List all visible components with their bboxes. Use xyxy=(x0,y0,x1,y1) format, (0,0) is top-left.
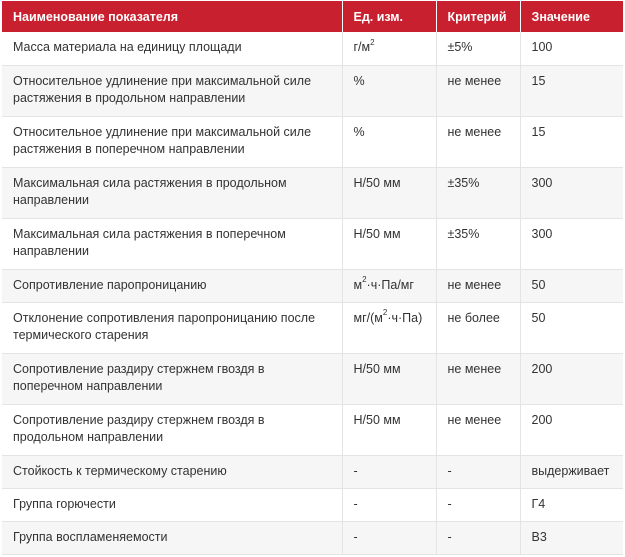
table-row: Максимальная сила растяжения в продольно… xyxy=(2,167,623,219)
cell-parameter-name: Относительное удлинение при максимальной… xyxy=(2,116,343,168)
cell-value: 300 xyxy=(520,167,623,219)
table-body: Масса материала на единицу площади г/м2 … xyxy=(2,32,623,555)
specifications-table: Наименование показателя Ед. изм. Критери… xyxy=(2,1,623,555)
cell-value: 200 xyxy=(520,353,623,405)
cell-value: 50 xyxy=(520,302,623,354)
cell-parameter-name: Сопротивление паропроницанию xyxy=(2,269,343,303)
unit-text: % xyxy=(353,73,365,88)
unit-text: - xyxy=(353,496,358,511)
cell-parameter-name: Масса материала на единицу площади xyxy=(2,32,343,66)
cell-unit: Н/50 мм xyxy=(342,167,437,219)
table-row: Относительное удлинение при максимальной… xyxy=(2,65,623,117)
cell-unit: м2·ч·Па/мг xyxy=(342,269,437,303)
unit-text: Н/50 мм xyxy=(353,361,401,376)
cell-unit: % xyxy=(342,65,437,117)
cell-criterion: - xyxy=(436,488,521,522)
cell-criterion: не менее xyxy=(436,269,521,303)
table-row: Относительное удлинение при максимальной… xyxy=(2,116,623,168)
cell-unit: % xyxy=(342,116,437,168)
cell-value: 100 xyxy=(520,32,623,66)
table-row: Отклонение сопротивления паропроницанию … xyxy=(2,302,623,354)
header-row: Наименование показателя Ед. изм. Критери… xyxy=(2,1,623,32)
cell-parameter-name: Максимальная сила растяжения в продольно… xyxy=(2,167,343,219)
cell-unit: Н/50 мм xyxy=(342,404,437,456)
cell-parameter-name: Сопротивление раздиру стержнем гвоздя в … xyxy=(2,353,343,405)
cell-unit: - xyxy=(342,488,437,522)
unit-superscript: 2 xyxy=(370,37,375,47)
cell-criterion: ±5% xyxy=(436,32,521,66)
cell-unit: Н/50 мм xyxy=(342,218,437,270)
header-unit: Ед. изм. xyxy=(342,1,437,32)
cell-parameter-name: Сопротивление раздиру стержнем гвоздя в … xyxy=(2,404,343,456)
header-value: Значение xyxy=(520,1,623,32)
cell-value: 200 xyxy=(520,404,623,456)
unit-text: м xyxy=(353,277,363,292)
cell-criterion: не более xyxy=(436,302,521,354)
cell-criterion: - xyxy=(436,521,521,555)
cell-criterion: не менее xyxy=(436,353,521,405)
cell-value: выдерживает xyxy=(520,455,623,489)
cell-value: 15 xyxy=(520,65,623,117)
unit-text: % xyxy=(353,124,365,139)
cell-value: 300 xyxy=(520,218,623,270)
cell-unit: - xyxy=(342,455,437,489)
cell-criterion: не менее xyxy=(436,116,521,168)
table-row: Сопротивление раздиру стержнем гвоздя в … xyxy=(2,404,623,456)
table-row: Сопротивление паропроницанию м2·ч·Па/мг … xyxy=(2,269,623,303)
unit-text: Н/50 мм xyxy=(353,175,401,190)
unit-text: Н/50 мм xyxy=(353,226,401,241)
unit-text: мг/(м xyxy=(353,310,383,325)
cell-criterion: ±35% xyxy=(436,167,521,219)
cell-unit: Н/50 мм xyxy=(342,353,437,405)
cell-criterion: не менее xyxy=(436,65,521,117)
unit-superscript: 2 xyxy=(382,308,388,318)
cell-value: 50 xyxy=(520,269,623,303)
cell-value: Г4 xyxy=(520,488,623,522)
cell-value: В3 xyxy=(520,521,623,555)
unit-tail: ·ч·Па/мг xyxy=(366,277,414,292)
table-header: Наименование показателя Ед. изм. Критери… xyxy=(2,1,623,32)
cell-unit: - xyxy=(342,521,437,555)
header-parameter-name: Наименование показателя xyxy=(2,1,343,32)
table-row: Сопротивление раздиру стержнем гвоздя в … xyxy=(2,353,623,405)
cell-parameter-name: Отклонение сопротивления паропроницанию … xyxy=(2,302,343,354)
table-row: Масса материала на единицу площади г/м2 … xyxy=(2,32,623,66)
cell-criterion: не менее xyxy=(436,404,521,456)
table-row: Максимальная сила растяжения в поперечно… xyxy=(2,218,623,270)
table-row: Стойкость к термическому старению - - вы… xyxy=(2,455,623,489)
cell-criterion: - xyxy=(436,455,521,489)
unit-text: - xyxy=(353,463,358,478)
unit-text: - xyxy=(353,529,358,544)
unit-text: г/м xyxy=(353,40,371,54)
cell-value: 15 xyxy=(520,116,623,168)
cell-unit: г/м2 xyxy=(342,32,437,66)
unit-superscript: 2 xyxy=(362,275,367,285)
cell-parameter-name: Стойкость к термическому старению xyxy=(2,455,343,489)
table-row: Группа горючести - - Г4 xyxy=(2,488,623,522)
cell-parameter-name: Группа горючести xyxy=(2,488,343,522)
table-row: Группа воспламеняемости - - В3 xyxy=(2,521,623,555)
unit-tail: ·ч·Па) xyxy=(387,310,423,325)
cell-parameter-name: Группа воспламеняемости xyxy=(2,521,343,555)
unit-text: Н/50 мм xyxy=(353,412,401,427)
cell-unit: мг/(м2·ч·Па) xyxy=(342,302,437,354)
header-criterion: Критерий xyxy=(436,1,521,32)
cell-parameter-name: Относительное удлинение при максимальной… xyxy=(2,65,343,117)
cell-parameter-name: Максимальная сила растяжения в поперечно… xyxy=(2,218,343,270)
cell-criterion: ±35% xyxy=(436,218,521,270)
